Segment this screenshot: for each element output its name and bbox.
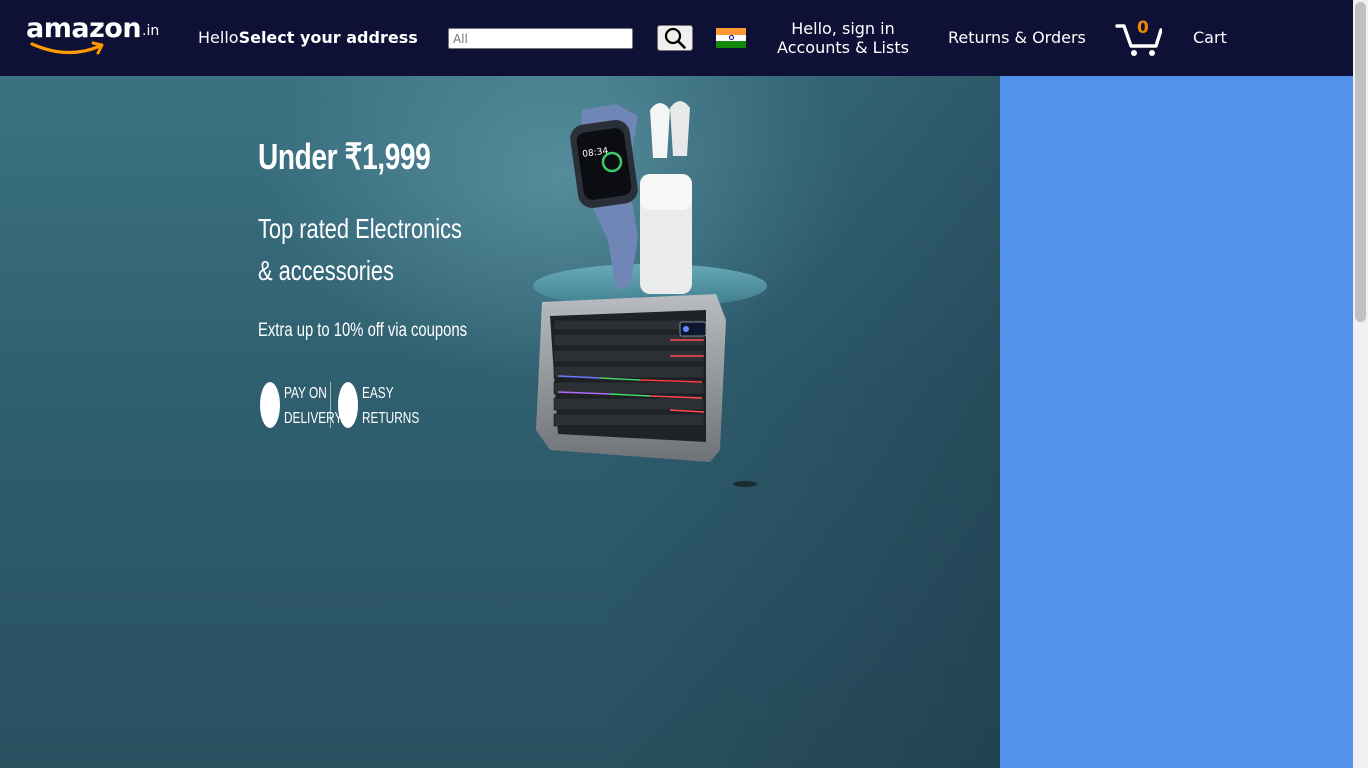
address-select-label: Select your address — [238, 28, 418, 47]
pay-on-delivery-icon — [260, 382, 280, 428]
india-flag-icon[interactable] — [716, 28, 746, 48]
badge-divider — [330, 382, 331, 428]
cart-count-badge: 0 — [1137, 18, 1149, 38]
logo-smile-arrow-icon — [30, 41, 104, 55]
pay-on-delivery-badge: PAY ON DELIVERY — [284, 385, 343, 427]
top-navbar: amazon .in HelloSelect your address Hell… — [0, 0, 1353, 76]
hero-product-image: 08:34 — [533, 101, 767, 487]
scrollbar-thumb[interactable] — [1355, 2, 1366, 322]
promo-offer: Extra up to 10% off via coupons — [258, 320, 467, 341]
service-badges: PAY ON DELIVERY EASY RETURNS — [258, 378, 420, 434]
page: amazon .in HelloSelect your address Hell… — [0, 0, 1368, 768]
side-panel — [1000, 76, 1353, 768]
easy-returns-badge: EASY RETURNS — [362, 385, 420, 427]
search-input[interactable] — [448, 28, 633, 49]
search-button[interactable] — [657, 25, 693, 51]
cart-label[interactable]: Cart — [1193, 28, 1227, 48]
account-greeting: Hello, sign in — [791, 19, 895, 38]
amazon-logo[interactable]: amazon .in — [26, 14, 166, 60]
easy-returns-icon — [338, 382, 358, 428]
promo-headline: Under ₹1,999 — [258, 136, 431, 177]
promo-subline: Top rated Electronics & accessories — [258, 208, 462, 292]
returns-and-orders[interactable]: Returns & Orders — [948, 28, 1086, 48]
page-scrollbar[interactable] — [1353, 0, 1368, 768]
hero-banner[interactable]: Under ₹1,999 Top rated Electronics & acc… — [0, 76, 1000, 768]
delivery-address[interactable]: HelloSelect your address — [198, 28, 418, 48]
logo-tld: .in — [142, 23, 160, 39]
search-icon — [664, 27, 686, 49]
promo-subline-2: & accessories — [258, 255, 394, 286]
promo-subline-1: Top rated Electronics — [258, 213, 462, 244]
address-hello: Hello — [198, 28, 239, 47]
account-lists-label: Accounts & Lists — [777, 38, 909, 57]
accounts-and-lists[interactable]: Hello, sign in Accounts & Lists — [772, 19, 914, 57]
cart-button[interactable]: 0 — [1114, 18, 1164, 58]
